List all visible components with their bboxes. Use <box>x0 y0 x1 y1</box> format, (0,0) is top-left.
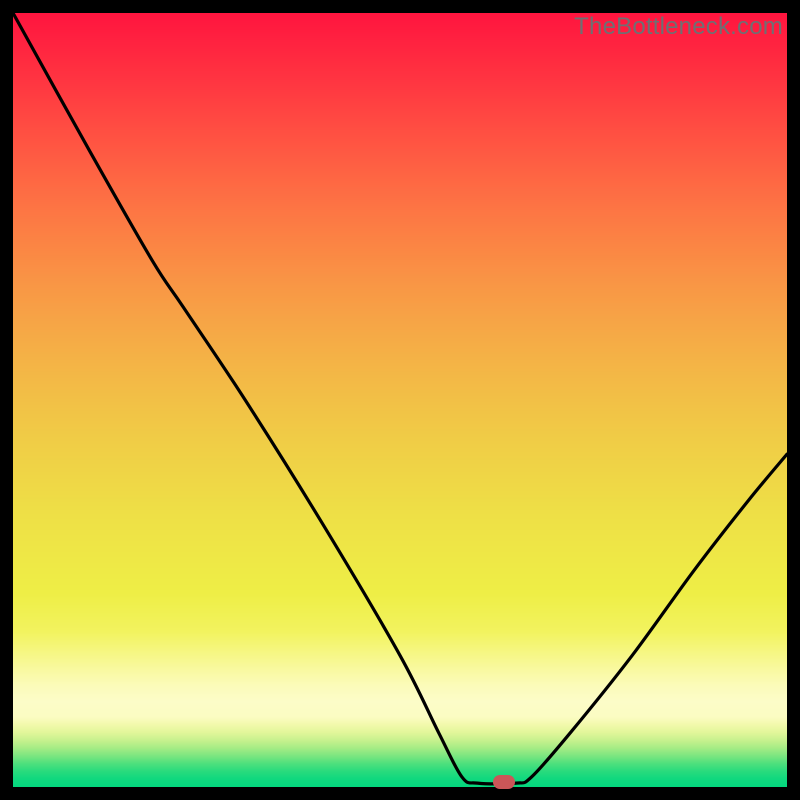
plot-area <box>13 13 787 787</box>
gradient-row <box>13 786 787 787</box>
chart-frame: TheBottleneck.com <box>13 13 787 787</box>
optimal-marker <box>493 775 515 789</box>
watermark-text: TheBottleneck.com <box>574 13 783 41</box>
